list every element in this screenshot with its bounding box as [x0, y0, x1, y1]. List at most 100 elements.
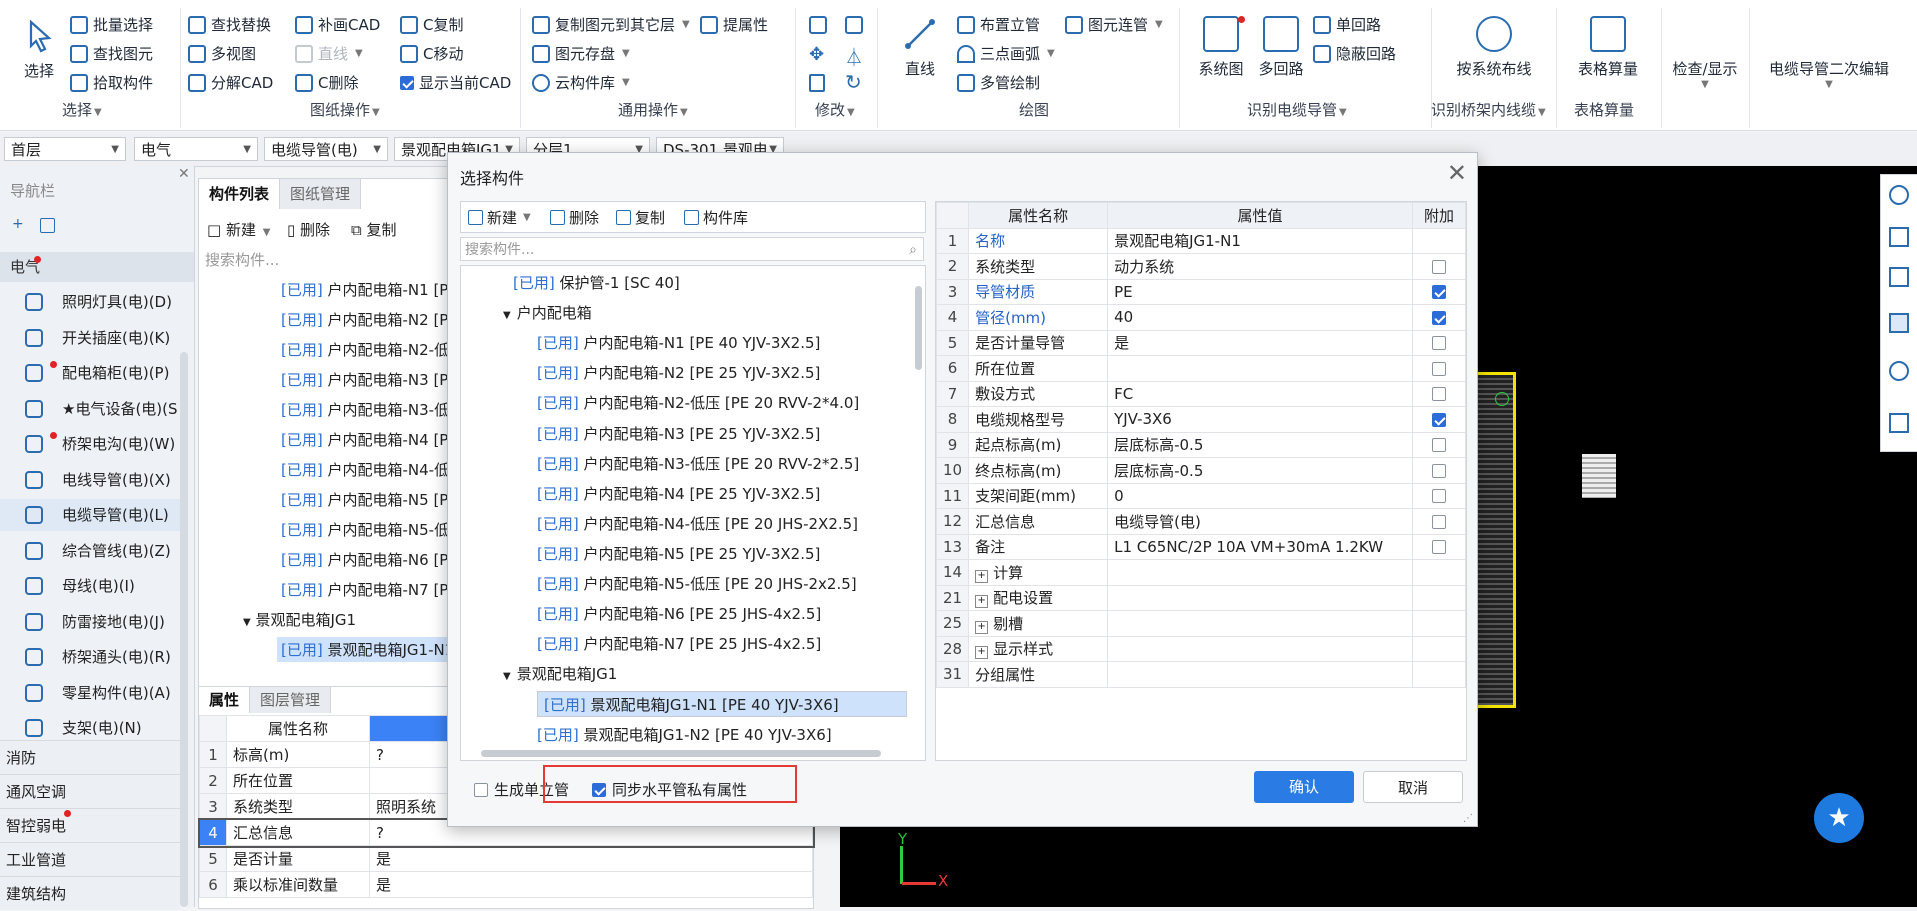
mirror-icon[interactable] [845, 16, 863, 34]
nav-item-3[interactable]: ★电气设备(电)(S [0, 393, 180, 425]
nav-category-0[interactable]: 消防 [0, 740, 180, 774]
add-icon[interactable]: + [12, 216, 24, 232]
property-row[interactable]: 5 是否计量是 [199, 845, 813, 872]
dialog-copy-button[interactable]: 复制 [616, 207, 665, 228]
cube-icon[interactable] [1889, 267, 1909, 287]
single-loop-button[interactable]: 单回路 [1313, 14, 1381, 35]
tab-component-list[interactable]: 构件列表 [199, 179, 281, 209]
nav-item-7[interactable]: 综合管线(电)(Z) [0, 535, 180, 567]
selection-box[interactable] [1477, 372, 1516, 708]
nav-category-electrical[interactable]: 电气 [0, 252, 194, 282]
close-icon[interactable]: ✕ [178, 166, 190, 182]
tree-item[interactable]: [已用] 户内配电箱-N5-低压 [PE 20 JHS-2x2.5] [537, 571, 857, 597]
c-move-button[interactable]: C移动 [400, 43, 463, 64]
draw-line-button[interactable]: 直线 [895, 16, 945, 79]
property-row[interactable]: 6 乘以标准间数量是 [199, 871, 813, 898]
nav-scrollbar[interactable] [180, 352, 188, 907]
cable-secondary-edit-button[interactable]: 电缆导管二次编辑 ▼ [1761, 58, 1897, 90]
attribute-row[interactable]: 5 是否计量导管是 [936, 329, 1466, 356]
attribute-row[interactable]: 14 + 计算 [936, 559, 1466, 586]
system-map-button[interactable]: 系统图 [1193, 16, 1249, 79]
dialog-new-button[interactable]: 新建 ▼ [468, 207, 531, 228]
clist-row[interactable]: [已用] 户内配电箱-N6 [P [281, 549, 448, 570]
group-label-modify[interactable]: 修改 ▼ [815, 99, 855, 120]
tab-properties[interactable]: 属性 [199, 687, 251, 713]
group-label-select[interactable]: 选择 ▼ [62, 99, 102, 120]
attribute-row[interactable]: 28 + 显示样式 [936, 635, 1466, 662]
clist-row[interactable]: [已用] 户内配电箱-N1 [P [281, 279, 448, 300]
nav-item-1[interactable]: 开关插座(电)(K) [0, 322, 180, 354]
confirm-button[interactable]: 确认 [1254, 771, 1354, 803]
tab-drawing-management[interactable]: 图纸管理 [280, 179, 362, 209]
extra-checkbox[interactable] [1432, 412, 1446, 427]
copy-icon[interactable] [809, 16, 827, 34]
favorite-fab[interactable]: ★ [1814, 793, 1864, 843]
nav-category-3[interactable]: 工业管道 [0, 842, 180, 876]
tree-item[interactable]: [已用] 户内配电箱-N7 [PE 25 JHS-4x2.5] [537, 631, 821, 657]
tree-item[interactable]: [已用] 户内配电箱-N4 [PE 25 YJV-3X2.5] [537, 481, 820, 507]
clist-delete-button[interactable]: ▯ 删除 [287, 219, 330, 240]
cloud-library-button[interactable]: 云构件库 ▼ [532, 72, 630, 93]
clist-row[interactable]: [已用] 户内配电箱-N4-低 [281, 459, 449, 480]
nav-category-2[interactable]: 智控弱电 [0, 808, 180, 842]
extra-checkbox[interactable] [1432, 361, 1446, 376]
flip-icon[interactable]: ⏃ [845, 44, 863, 70]
group-label-drawing-ops[interactable]: 图纸操作 ▼ [310, 99, 380, 120]
extra-checkbox[interactable] [1432, 489, 1446, 504]
clist-row[interactable]: [已用] 户内配电箱-N7 [P [281, 579, 448, 600]
nav-item-10[interactable]: 桥架通头(电)(R) [0, 641, 180, 673]
show-current-cad-checkbox[interactable]: 显示当前CAD [400, 72, 511, 93]
multi-view-button[interactable]: 多视图 [188, 43, 256, 64]
dialog-delete-button[interactable]: 删除 [550, 207, 599, 228]
c-delete-button[interactable]: C删除 [295, 72, 358, 93]
extra-checkbox[interactable] [1432, 387, 1446, 402]
move-icon[interactable]: ✥ [809, 44, 824, 65]
nav-item-9[interactable]: 防雷接地(电)(J) [0, 606, 180, 638]
tab-layer-management[interactable]: 图层管理 [250, 687, 332, 713]
tree-item[interactable]: [已用] 户内配电箱-N3 [PE 25 YJV-3X2.5] [537, 421, 820, 447]
element-save-button[interactable]: 图元存盘 ▼ [532, 43, 630, 64]
tree-item[interactable]: [已用] 户内配电箱-N3-低压 [PE 20 RVV-2*2.5] [537, 451, 859, 477]
group-label-identify-cable[interactable]: 识别电缆导管 ▼ [1247, 99, 1347, 120]
clist-row[interactable]: [已用] 户内配电箱-N3-低 [281, 399, 449, 420]
type-select[interactable]: 电缆导管(电) ▼ [264, 137, 388, 161]
clist-row[interactable]: [已用] 户内配电箱-N4 [P [281, 429, 448, 450]
expand-icon[interactable]: + [975, 595, 989, 609]
tree-item[interactable]: [已用] 户内配电箱-N6 [PE 25 JHS-4x2.5] [537, 601, 821, 627]
clist-row[interactable]: [已用] 户内配电箱-N2-低 [281, 339, 449, 360]
nav-category-4[interactable]: 建筑结构 [0, 876, 180, 910]
tree-hscrollbar[interactable] [481, 750, 881, 757]
chevron-down-icon[interactable]: ▼ [503, 671, 511, 682]
resize-handle[interactable]: ⋰ [1463, 813, 1473, 824]
select-button[interactable]: 选择 [14, 18, 64, 81]
attribute-row[interactable]: 12 汇总信息 电缆导管(电) [936, 508, 1466, 535]
tree-item[interactable]: [已用] 户内配电箱-N4-低压 [PE 20 JHS-2X2.5] [537, 511, 858, 537]
batch-select-button[interactable]: 批量选择 [70, 14, 153, 35]
clist-row[interactable]: [已用] 户内配电箱-N5 [P [281, 489, 448, 510]
discipline-select[interactable]: 电气 ▼ [134, 137, 258, 161]
c-copy-button[interactable]: C复制 [400, 14, 463, 35]
attribute-row[interactable]: 13 备注 L1 C65NC/2P 10A VM+30mA 1.2KW [936, 533, 1466, 560]
attribute-row[interactable]: 11 支架间距(mm) 0 [936, 482, 1466, 509]
expand-icon[interactable]: + [975, 646, 989, 660]
clist-row[interactable]: [已用] 户内配电箱-N5-低 [281, 519, 449, 540]
orbit-icon[interactable] [1889, 185, 1909, 205]
attribute-row[interactable]: 8 电缆规格型号 YJV-3X6 [936, 406, 1466, 433]
tree-item[interactable]: [已用] 景观配电箱JG1-N1 [PE 40 YJV-3X6] [537, 691, 907, 718]
nav-item-11[interactable]: 零星构件(电)(A) [0, 677, 180, 709]
place-riser-button[interactable]: 布置立管 [957, 14, 1040, 35]
extra-checkbox[interactable] [1432, 310, 1446, 325]
dialog-search-input[interactable]: 搜索构件... ⌕ [460, 237, 924, 261]
cancel-button[interactable]: 取消 [1363, 771, 1463, 803]
multi-loop-button[interactable]: 多回路 [1253, 16, 1309, 79]
attribute-row[interactable]: 9 起点标高(m) 层底标高-0.5 [936, 431, 1466, 458]
attribute-row[interactable]: 10 终点标高(m) 层底标高-0.5 [936, 457, 1466, 484]
by-system-wiring-button[interactable]: 按系统布线 [1437, 16, 1551, 79]
clist-group-jg1[interactable]: ▼ 景观配电箱JG1 [243, 609, 356, 630]
extract-attr-button[interactable]: 提属性 [700, 14, 768, 35]
floor-select[interactable]: 首层 ▼ [4, 137, 126, 161]
nav-category-1[interactable]: 通风空调 [0, 774, 180, 808]
tree-item[interactable]: [已用] 户内配电箱-N1 [PE 40 YJV-3X2.5] [537, 330, 820, 356]
group-label-general-ops[interactable]: 通用操作 ▼ [618, 99, 688, 120]
find-replace-button[interactable]: 查找替换 [188, 14, 271, 35]
